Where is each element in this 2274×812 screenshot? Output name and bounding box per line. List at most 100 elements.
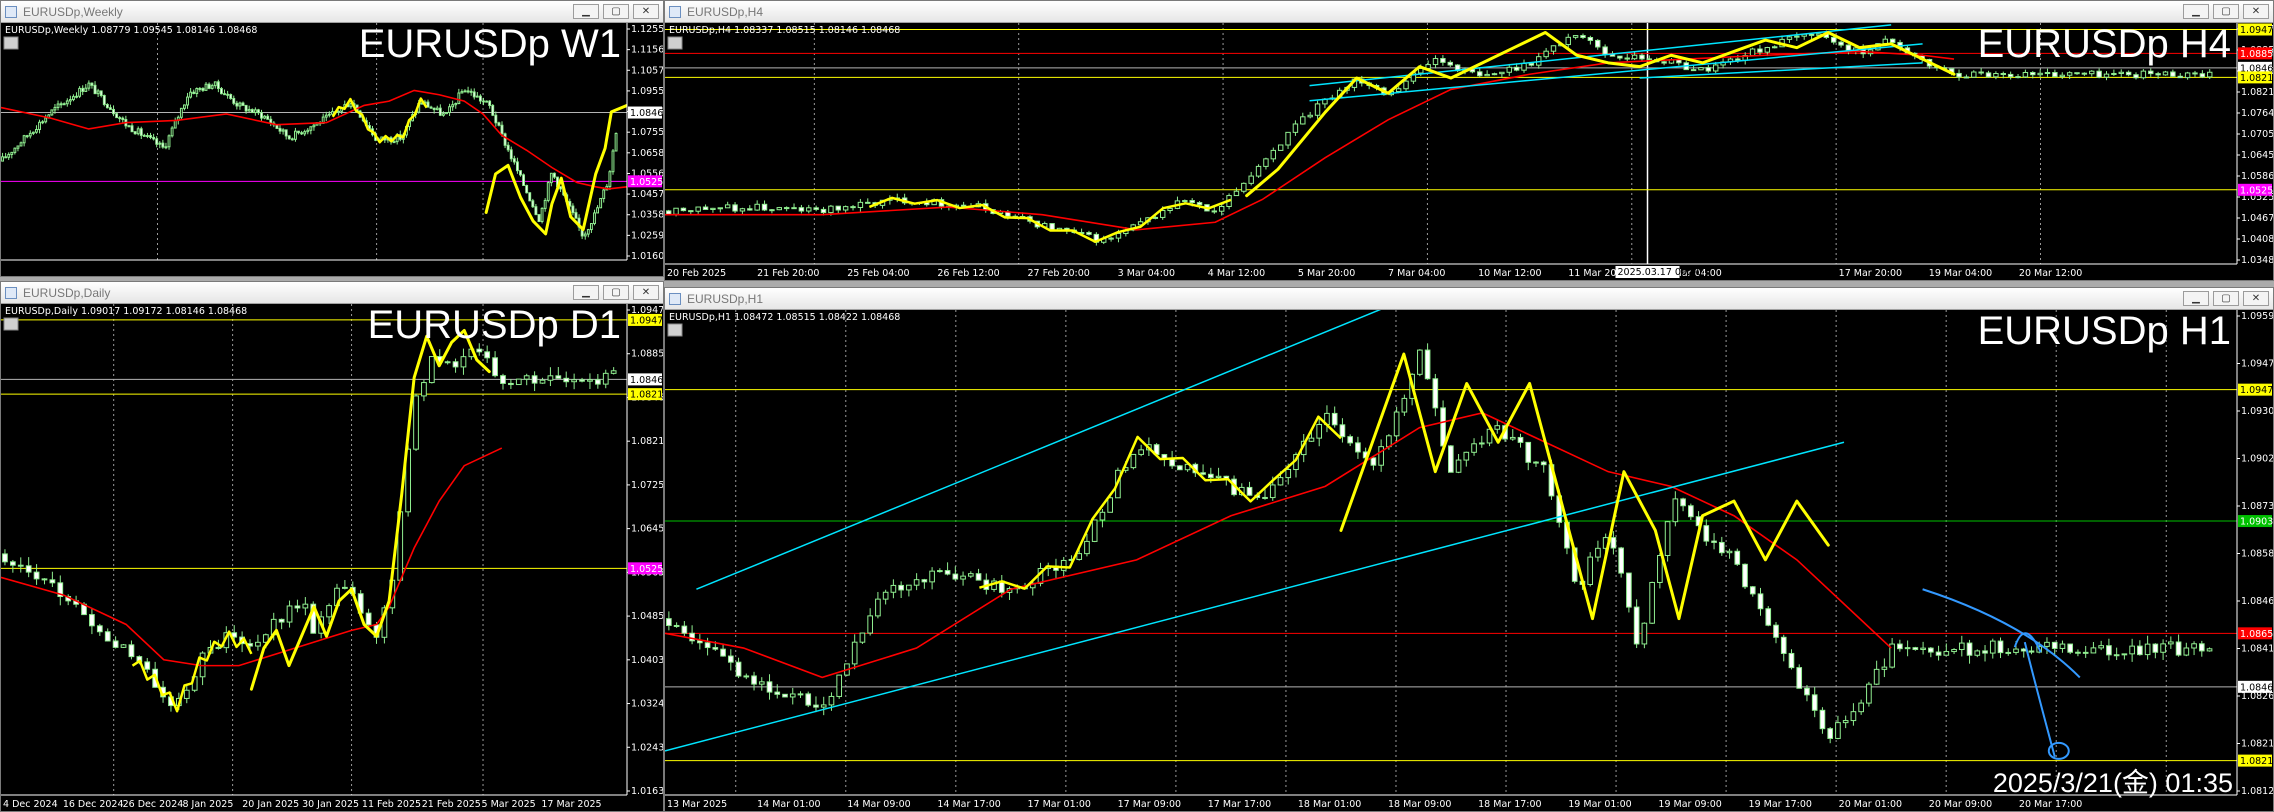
- chart-daily[interactable]: 1.09479 1.08850 1.08468 1.08217 1.07250 1.064…: [1, 304, 663, 811]
- candle-body: [1, 156, 4, 162]
- candle-body: [754, 203, 760, 211]
- candle-body: [392, 141, 396, 144]
- candle-body: [1765, 608, 1772, 626]
- candle-body: [1401, 397, 1408, 413]
- minimize-button[interactable]: ▁: [573, 285, 599, 300]
- candle-body: [944, 570, 951, 575]
- candle-body: [602, 372, 609, 385]
- candle-body: [1587, 37, 1594, 41]
- candle-body: [476, 348, 483, 353]
- close-button[interactable]: ✕: [633, 285, 659, 300]
- candle-body: [149, 135, 152, 138]
- candle-body: [960, 575, 966, 580]
- candle-body: [1432, 58, 1439, 66]
- candle-body: [1830, 36, 1837, 43]
- candle-body: [2037, 72, 2043, 76]
- price-chart-svg[interactable]: 1.094791.088501.084681.082171.076401.070…: [665, 23, 2273, 280]
- candle-body: [482, 100, 485, 103]
- candle-body: [1241, 182, 1247, 192]
- candle-body: [835, 205, 841, 211]
- time-tick-label: 7 Mar 04:00: [1388, 268, 1445, 279]
- close-button[interactable]: ✕: [633, 4, 659, 19]
- candle-body: [1956, 72, 1962, 78]
- chart-toolbar-icon: [3, 317, 19, 331]
- candle-body: [1796, 667, 1803, 689]
- candle-body: [2028, 650, 2035, 653]
- price-tick-label: 1.04570: [631, 189, 663, 200]
- candle-body: [1477, 71, 1483, 77]
- time-tick-label: 19 Mar 04:00: [1929, 268, 1992, 279]
- chart-window-weekly[interactable]: EURUSDp,Weekly ▁ ▢ ✕ 1.12550 1.11560 1.105…: [0, 0, 664, 277]
- candle-body: [1370, 457, 1377, 466]
- candle-body: [494, 114, 498, 124]
- candle-body: [142, 134, 146, 137]
- candle-body: [611, 150, 615, 173]
- chart-weekly[interactable]: 1.125501.115601.105701.095501.085601.075…: [1, 23, 663, 276]
- maximize-button[interactable]: ▢: [2213, 4, 2239, 19]
- price-label-text: 1.09479: [2240, 385, 2273, 396]
- candle-body: [1786, 36, 1793, 40]
- candle-body: [1966, 642, 1973, 656]
- candle-body: [2013, 648, 2019, 653]
- close-button[interactable]: ✕: [2243, 4, 2269, 19]
- candle-body: [2059, 74, 2065, 78]
- maximize-button[interactable]: ▢: [603, 4, 629, 19]
- titlebar-daily[interactable]: EURUSDp,Daily ▁ ▢ ✕: [1, 282, 663, 304]
- candle-body: [820, 704, 827, 708]
- price-tick-label: 1.09595: [2241, 311, 2273, 322]
- candle-body: [1440, 58, 1446, 63]
- chart-window-h4[interactable]: EURUSDp,H4 ▁ ▢ ✕ 1.094791.088501.084681.…: [664, 0, 2274, 281]
- chart-h4[interactable]: 1.094791.088501.084681.082171.076401.070…: [665, 23, 2273, 280]
- titlebar-weekly[interactable]: EURUSDp,Weekly ▁ ▢ ✕: [1, 1, 663, 23]
- minimize-button[interactable]: ▁: [2183, 291, 2209, 306]
- candle-body: [2090, 647, 2097, 654]
- price-tick-label: 1.07055: [2241, 129, 2273, 140]
- candle-body: [1749, 48, 1756, 57]
- close-button[interactable]: ✕: [2243, 291, 2269, 306]
- minimize-button[interactable]: ▁: [2183, 4, 2209, 19]
- candle-body: [681, 625, 688, 634]
- price-label-text: 1.08650: [2240, 629, 2273, 640]
- candle-body: [1978, 71, 1984, 74]
- candle-body: [751, 675, 757, 685]
- chart-h1[interactable]: 1.09595 1.09479 1.09305 1.09020 1.08730 1.085…: [665, 310, 2273, 811]
- candle-body: [528, 192, 532, 202]
- candle-body: [2111, 72, 2117, 75]
- candle-body: [1331, 412, 1338, 426]
- price-chart-svg[interactable]: 1.09595 1.09479 1.09305 1.09020 1.08730 1.085…: [665, 310, 2273, 811]
- candle-body: [720, 648, 726, 657]
- candle-body: [1811, 694, 1818, 711]
- price-chart-svg[interactable]: 1.09479 1.08850 1.08468 1.08217 1.07250 1.064…: [1, 304, 663, 811]
- candle-body: [454, 102, 458, 106]
- time-tick-label: 14 Mar 01:00: [757, 799, 820, 810]
- candle-body: [1794, 35, 1800, 38]
- maximize-button[interactable]: ▢: [2213, 291, 2239, 306]
- candle-body: [13, 147, 17, 153]
- candle-body: [500, 375, 506, 384]
- price-label-text: 1.09032: [2240, 517, 2273, 528]
- candle-body: [1463, 451, 1470, 461]
- price-chart-svg[interactable]: 1.125501.115601.105701.095501.085601.075…: [1, 23, 663, 276]
- candle-body: [432, 107, 436, 111]
- time-tick-label: 20 Feb 2025: [667, 268, 726, 279]
- candle-body: [1587, 556, 1594, 585]
- candle-body: [543, 199, 547, 209]
- candle-body: [747, 208, 753, 211]
- price-tick-label: 1.08850: [631, 349, 663, 360]
- candle-body: [2074, 72, 2080, 75]
- candle-body: [426, 101, 430, 108]
- price-label-text: 1.09479: [2240, 25, 2273, 36]
- maximize-button[interactable]: ▢: [603, 285, 629, 300]
- chart-window-h1[interactable]: EURUSDp,H1 ▁ ▢ ✕ 1.095951.094791.093051.…: [664, 287, 2274, 812]
- price-tick-label: 1.08217: [2241, 87, 2273, 98]
- chart-window-daily[interactable]: EURUSDp,Daily ▁ ▢ ✕ 1.09479 1.08850 1.0846…: [0, 281, 664, 812]
- candle-body: [2207, 71, 2213, 78]
- titlebar-h1[interactable]: EURUSDp,H1 ▁ ▢ ✕: [665, 288, 2273, 310]
- candle-body: [44, 117, 48, 123]
- candle-body: [1215, 475, 1222, 479]
- candle-body: [525, 184, 529, 194]
- candle-body: [1912, 647, 1919, 650]
- titlebar-h4[interactable]: EURUSDp,H4 ▁ ▢ ✕: [665, 1, 2273, 23]
- candle-body: [1440, 407, 1446, 447]
- minimize-button[interactable]: ▁: [573, 4, 599, 19]
